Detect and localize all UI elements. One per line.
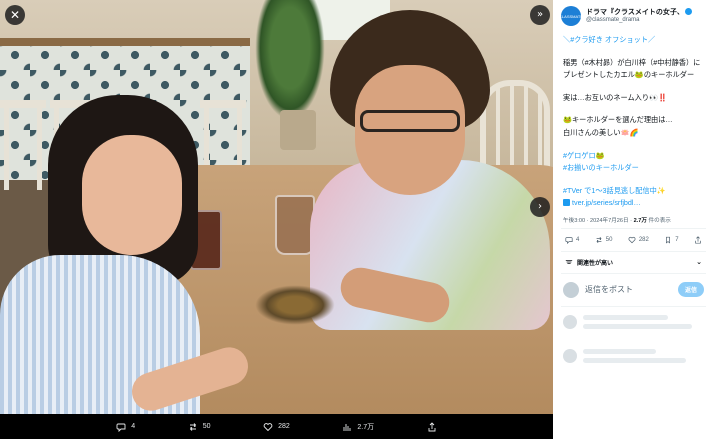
reply-line — [583, 323, 692, 329]
share-action[interactable] — [427, 421, 437, 432]
bar-chart-icon — [343, 423, 351, 431]
tweet-time[interactable]: 午後3:00 · 2024年7月26日 · — [563, 218, 634, 224]
sort-label: 関連性が高い — [577, 260, 614, 267]
tver-line[interactable]: #TVer で1〜3話見逃し配信中✨ — [563, 185, 704, 198]
repost-stat[interactable]: 50 — [595, 236, 613, 244]
tweet-line-3: プレゼントしたカエル🐸のキーホルダー — [563, 70, 695, 80]
share-icon — [695, 236, 701, 244]
repost-icon — [189, 422, 196, 431]
woman-smiling — [0, 95, 253, 414]
reply-count: 4 — [131, 423, 136, 430]
tweet-panel: CLASSMATE ドラマ『クラスメイトの女子、 @classmate_dram… — [553, 0, 714, 439]
handle[interactable]: @classmate_drama — [586, 17, 692, 24]
author-names[interactable]: ドラマ『クラスメイトの女子、 @classmate_drama — [586, 7, 692, 25]
reply-content — [583, 348, 704, 367]
next-image-button[interactable]: › — [530, 197, 550, 217]
bookmark-icon — [666, 236, 671, 244]
sort-icon — [565, 260, 573, 265]
reply-stat[interactable]: 4 — [565, 236, 579, 244]
expand-panel-button[interactable]: » — [530, 5, 550, 25]
sort-dropdown[interactable]: 関連性が高い ⌄ — [561, 252, 706, 273]
man-in-glasses — [300, 10, 550, 330]
reply-avatar — [563, 348, 577, 363]
view-count-bold: 2.7万 — [633, 217, 647, 224]
heart-icon — [263, 422, 273, 431]
reply-line — [583, 348, 656, 354]
like-count: 282 — [278, 423, 290, 430]
reply-input[interactable]: 返信をポスト — [585, 284, 672, 295]
reply-avatar — [563, 314, 577, 329]
avatar-text: CLASSMATE — [559, 13, 583, 19]
media-action-bar: 4 50 282 2.7万 — [0, 414, 553, 439]
reply-line — [583, 314, 668, 320]
repost-action[interactable]: 50 — [188, 422, 211, 432]
external-link-text: tver.jp/series/srfjbdl… — [572, 198, 641, 208]
bookmark-stat[interactable]: 7 — [664, 236, 679, 244]
like-action[interactable]: 282 — [263, 422, 290, 432]
reply-composer: 返信をポスト 返信 — [553, 274, 714, 306]
repost-icon — [596, 236, 602, 243]
reply-item[interactable] — [553, 341, 714, 375]
woman-face — [82, 135, 182, 255]
hashtag-link[interactable]: #ゲロゲロ🐸 — [563, 150, 704, 163]
tweet-stats: 4 50 282 7 — [553, 229, 714, 251]
view-count: 2.7万 — [357, 423, 375, 431]
like-stat[interactable]: 282 — [628, 236, 649, 244]
repost-count: 50 — [202, 423, 211, 430]
external-link[interactable]: tver.jp/series/srfjbdl… — [563, 197, 704, 210]
repost-stat-count: 50 — [605, 236, 613, 243]
tweet-header: CLASSMATE ドラマ『クラスメイトの女子、 @classmate_dram… — [553, 0, 714, 30]
reply-action[interactable]: 4 — [116, 422, 135, 432]
views-action[interactable]: 2.7万 — [342, 422, 374, 432]
user-avatar — [563, 281, 579, 298]
tweet-meta: 午後3:00 · 2024年7月26日 · 2.7万 件の表示 — [553, 210, 714, 228]
hashtag-link[interactable]: #お揃いのキーホルダー — [563, 162, 704, 175]
tweet-line-1[interactable]: ＼#クラ好き オフショット／ — [563, 34, 704, 47]
reply-button[interactable]: 返信 — [677, 282, 704, 298]
bookmark-stat-count: 7 — [675, 236, 679, 243]
tweet-line-2: 稲男（#木村昴）が白川梓（#中村静香）に — [563, 57, 701, 67]
close-icon: ✕ — [9, 8, 21, 22]
media-photo[interactable] — [0, 0, 553, 414]
double-chevron-right-icon: » — [536, 9, 544, 20]
reply-icon — [116, 423, 126, 432]
frog-keychains — [255, 285, 335, 325]
reply-icon — [565, 237, 573, 244]
tweet-line-5: 🐸キーホルダーを選んだ理由は… — [563, 115, 673, 125]
like-stat-count: 282 — [638, 236, 649, 243]
link-icon — [563, 199, 570, 207]
share-icon — [428, 421, 436, 431]
shelf — [0, 38, 250, 46]
eyeglasses — [360, 110, 460, 132]
reply-line — [583, 357, 686, 363]
share-stat[interactable] — [694, 236, 702, 244]
display-name-text: ドラマ『クラスメイトの女子、 — [586, 8, 684, 16]
tweet-body: ＼#クラ好き オフショット／ 稲男（#木村昴）が白川梓（#中村静香）に プレゼン… — [553, 30, 714, 210]
reply-content — [583, 314, 704, 333]
chevron-down-icon: ⌄ — [696, 259, 702, 267]
chevron-right-icon: › — [538, 201, 542, 212]
close-button[interactable]: ✕ — [5, 5, 25, 25]
tweet-line-6: 白川さんの美しい🪷🌈 — [563, 127, 639, 137]
tweet-line-4: 実は…お互いのネーム入り👀‼️ — [563, 92, 667, 102]
views-label: 件の表示 — [646, 217, 671, 224]
heart-icon — [628, 236, 636, 244]
reply-item[interactable] — [553, 307, 714, 341]
reply-stat-count: 4 — [576, 236, 580, 243]
avatar[interactable]: CLASSMATE — [559, 6, 583, 26]
display-name[interactable]: ドラマ『クラスメイトの女子、 — [586, 7, 692, 17]
verified-badge-icon — [684, 7, 692, 15]
